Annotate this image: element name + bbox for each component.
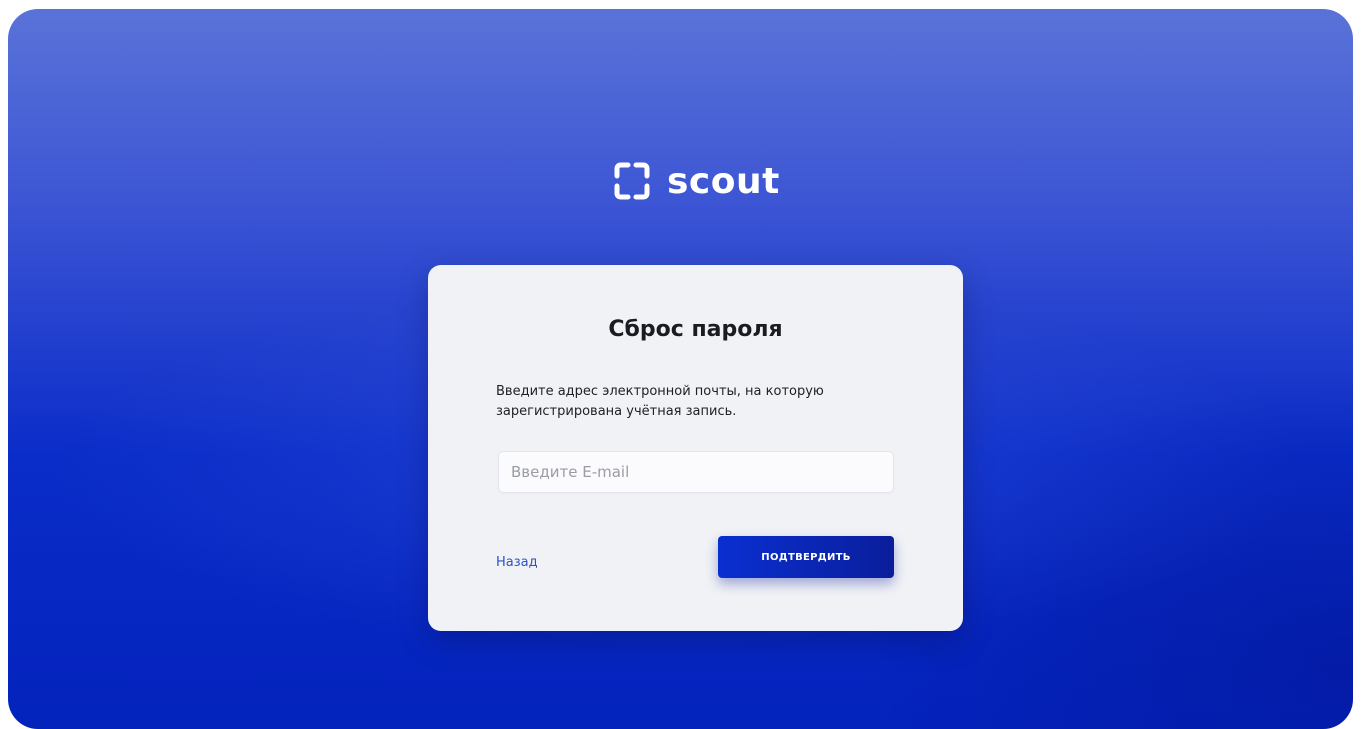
brand-name: scout xyxy=(667,160,780,202)
password-reset-card: Сброс пароля Введите адрес электронной п… xyxy=(428,265,963,631)
email-field[interactable] xyxy=(498,451,894,493)
brand-logo: scout xyxy=(613,157,780,205)
instructions-text: Введите адрес электронной почты, на кото… xyxy=(496,384,824,419)
scout-brackets-logo-icon xyxy=(614,162,650,200)
back-link[interactable]: Назад xyxy=(496,555,538,570)
page-background: scout Сброс пароля Введите адрес электро… xyxy=(8,9,1353,729)
page-title: Сброс пароля xyxy=(608,317,783,342)
confirm-button[interactable]: ПОДТВЕРДИТЬ xyxy=(718,536,894,578)
